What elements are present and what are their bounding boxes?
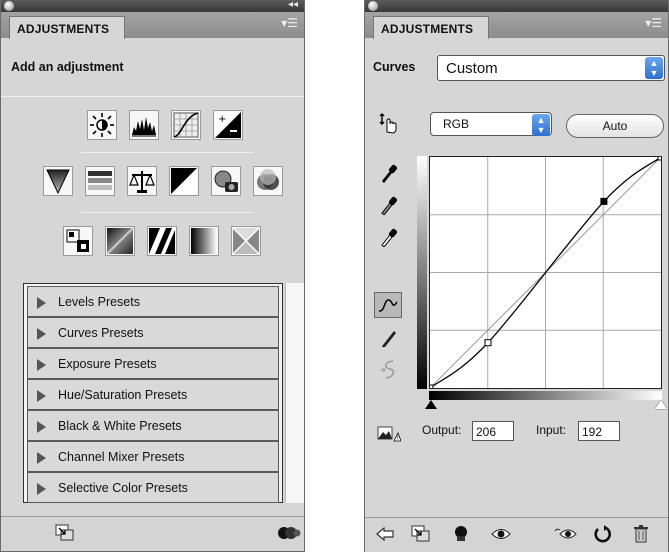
vibrance-icon[interactable] — [43, 166, 73, 196]
preset-dropdown-value: Custom — [446, 60, 498, 77]
black-input-slider[interactable] — [425, 400, 437, 409]
preset-hue-saturation[interactable]: Hue/Saturation Presets — [27, 379, 279, 410]
preset-label: Selective Color Presets — [58, 481, 188, 495]
input-gradient-bar — [429, 391, 662, 400]
tab-adjustments[interactable]: ADJUSTMENTS — [9, 16, 125, 39]
divider — [81, 152, 253, 153]
panel-menu-icon[interactable]: ▾☰ — [281, 16, 298, 30]
preset-label: Curves Presets — [58, 326, 144, 340]
channel-dropdown[interactable]: RGB ▲ ▼ — [430, 112, 552, 136]
input-label: Input: — [536, 423, 567, 437]
collapse-icon[interactable]: ◂◂ — [288, 0, 298, 10]
disclosure-triangle-icon[interactable] — [37, 483, 46, 495]
dropdown-stepper-icon[interactable]: ▲ ▼ — [645, 57, 663, 79]
preset-label: Levels Presets — [58, 295, 140, 309]
white-point-eyedropper-icon[interactable] — [375, 224, 403, 250]
output-label: Output: — [422, 423, 462, 437]
disclosure-triangle-icon[interactable] — [37, 359, 46, 371]
preset-label: Channel Mixer Presets — [58, 450, 185, 464]
invert-icon[interactable] — [63, 226, 93, 256]
preset-selective-color[interactable]: Selective Color Presets — [27, 472, 279, 503]
clip-to-layer-icon[interactable] — [449, 523, 473, 545]
gray-point-eyedropper-icon[interactable] — [375, 192, 403, 218]
dropdown-stepper-icon[interactable]: ▲ ▼ — [532, 114, 550, 136]
svg-text:!: ! — [397, 435, 399, 442]
preset-levels[interactable]: Levels Presets — [27, 286, 279, 317]
panel-titlebar[interactable]: ◂◂ — [1, 0, 304, 12]
panel-menu-icon[interactable]: ▾☰ — [645, 16, 662, 30]
visibility-eye-icon[interactable] — [489, 523, 513, 545]
trash-icon[interactable] — [629, 523, 653, 545]
posterize-icon[interactable] — [105, 226, 135, 256]
reset-icon[interactable] — [591, 523, 615, 545]
close-dot-icon[interactable] — [4, 1, 14, 11]
toggle-expanded-view-icon[interactable] — [53, 522, 77, 544]
preset-curves[interactable]: Curves Presets — [27, 317, 279, 348]
selective-color-icon[interactable] — [231, 226, 261, 256]
brightness-contrast-icon[interactable] — [87, 110, 117, 140]
tab-bar: ADJUSTMENTS ▾☰ — [1, 12, 304, 39]
clipping-warning-icon[interactable]: ! — [375, 420, 403, 446]
panel-titlebar[interactable] — [365, 0, 668, 12]
adjustment-type-label: Curves — [373, 60, 416, 74]
divider — [81, 212, 253, 213]
curve-control-point[interactable] — [426, 384, 434, 392]
color-balance-icon[interactable] — [127, 166, 157, 196]
black-white-icon[interactable] — [169, 166, 199, 196]
panel-subheading: Add an adjustment — [11, 60, 124, 74]
curve-control-point[interactable] — [657, 153, 665, 161]
preset-exposure[interactable]: Exposure Presets — [27, 348, 279, 379]
gradient-map-icon[interactable] — [189, 226, 219, 256]
preset-black-white[interactable]: Black & White Presets — [27, 410, 279, 441]
white-input-slider[interactable] — [655, 400, 667, 409]
disclosure-triangle-icon[interactable] — [37, 297, 46, 309]
output-field[interactable]: 206 — [472, 421, 514, 441]
output-gradient-bar — [417, 156, 427, 389]
channel-dropdown-value: RGB — [443, 117, 470, 131]
close-dot-icon[interactable] — [368, 1, 378, 11]
panel-footer — [365, 517, 668, 552]
curves-icon[interactable] — [171, 110, 201, 140]
tab-adjustments[interactable]: ADJUSTMENTS — [373, 16, 489, 39]
disclosure-triangle-icon[interactable] — [37, 390, 46, 402]
adjustments-panel-list: ◂◂ ADJUSTMENTS ▾☰ Add an adjustment + Le… — [0, 0, 305, 552]
divider — [1, 96, 304, 97]
curve-control-point[interactable] — [484, 339, 492, 347]
tab-bar: ADJUSTMENTS ▾☰ — [365, 12, 668, 39]
svg-text:+: + — [218, 114, 226, 125]
curves-graph-svg[interactable] — [426, 153, 665, 392]
auto-button[interactable]: Auto — [566, 114, 664, 138]
preset-label: Hue/Saturation Presets — [58, 388, 188, 402]
disclosure-triangle-icon[interactable] — [37, 421, 46, 433]
clip-to-layer-icon[interactable] — [277, 522, 301, 544]
preset-channel-mixer[interactable]: Channel Mixer Presets — [27, 441, 279, 472]
levels-icon[interactable] — [129, 110, 159, 140]
curves-graph[interactable] — [426, 153, 665, 392]
exposure-icon[interactable]: + — [213, 110, 243, 140]
smooth-curve-icon[interactable] — [375, 356, 403, 382]
disclosure-triangle-icon[interactable] — [37, 328, 46, 340]
black-point-eyedropper-icon[interactable] — [375, 160, 403, 186]
photo-filter-icon[interactable] — [211, 166, 241, 196]
on-image-adjust-icon[interactable] — [375, 110, 403, 136]
return-to-list-icon[interactable] — [373, 523, 397, 545]
disclosure-triangle-icon[interactable] — [37, 452, 46, 464]
curve-point-tool-icon[interactable] — [374, 292, 402, 318]
pencil-tool-icon[interactable] — [375, 324, 403, 350]
presets-scrollbar[interactable] — [285, 283, 304, 503]
panel-footer — [1, 516, 304, 551]
input-field[interactable]: 192 — [578, 421, 620, 441]
channel-mixer-icon[interactable] — [253, 166, 283, 196]
hue-saturation-icon[interactable] — [85, 166, 115, 196]
preset-label: Exposure Presets — [58, 357, 157, 371]
view-previous-state-icon[interactable] — [553, 523, 577, 545]
toggle-expanded-view-icon[interactable] — [409, 523, 433, 545]
curve-control-point[interactable] — [600, 197, 608, 205]
preset-label: Black & White Presets — [58, 419, 182, 433]
preset-dropdown[interactable]: Custom ▲ ▼ — [437, 55, 665, 81]
threshold-icon[interactable] — [147, 226, 177, 256]
